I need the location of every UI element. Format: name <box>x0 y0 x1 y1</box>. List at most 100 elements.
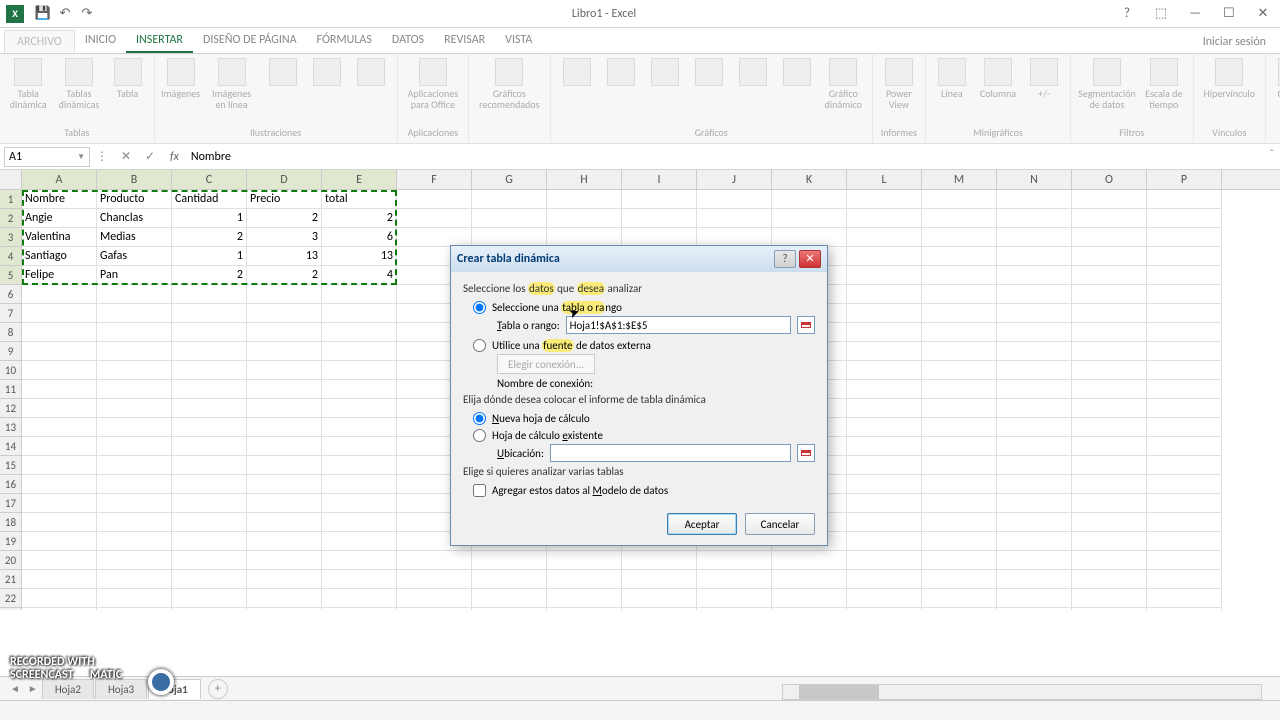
cell[interactable] <box>97 513 172 532</box>
cell[interactable] <box>697 551 772 570</box>
cell[interactable] <box>997 475 1072 494</box>
ribbon-button[interactable]: Columna <box>976 56 1020 101</box>
cell[interactable] <box>1072 532 1147 551</box>
cell[interactable] <box>997 304 1072 323</box>
cell[interactable] <box>997 361 1072 380</box>
cell[interactable] <box>847 551 922 570</box>
cell[interactable] <box>1147 266 1222 285</box>
ribbon-button[interactable]: Power View <box>879 56 919 112</box>
cell[interactable] <box>997 399 1072 418</box>
ribbon-button[interactable] <box>557 56 597 90</box>
cell[interactable]: 6 <box>322 228 397 247</box>
formula-input[interactable]: Nombre <box>187 150 1280 164</box>
dialog-help-icon[interactable]: ? <box>774 250 796 268</box>
cell[interactable] <box>472 570 547 589</box>
cell[interactable] <box>247 418 322 437</box>
cell[interactable] <box>322 532 397 551</box>
cell[interactable] <box>622 589 697 608</box>
cell[interactable] <box>847 437 922 456</box>
cell[interactable] <box>1147 323 1222 342</box>
cell[interactable] <box>472 589 547 608</box>
ribbon-button[interactable]: Tablas dinámicas <box>54 56 103 112</box>
cell[interactable] <box>22 532 97 551</box>
cell[interactable] <box>247 323 322 342</box>
cell[interactable] <box>172 437 247 456</box>
cell[interactable] <box>22 456 97 475</box>
ribbon-button[interactable] <box>351 56 391 90</box>
cell[interactable] <box>172 342 247 361</box>
cell[interactable] <box>997 209 1072 228</box>
cell[interactable] <box>922 437 997 456</box>
cell[interactable] <box>847 608 922 610</box>
column-header[interactable]: O <box>1072 170 1147 189</box>
cell[interactable] <box>322 285 397 304</box>
cell[interactable] <box>97 437 172 456</box>
cell[interactable] <box>397 209 472 228</box>
cell[interactable] <box>22 551 97 570</box>
cell[interactable] <box>547 190 622 209</box>
cell[interactable] <box>697 190 772 209</box>
cell[interactable] <box>1147 399 1222 418</box>
cell[interactable] <box>172 551 247 570</box>
cell[interactable] <box>1072 608 1147 610</box>
cell[interactable] <box>847 304 922 323</box>
cell[interactable] <box>1147 247 1222 266</box>
cell[interactable] <box>172 380 247 399</box>
cell[interactable] <box>22 304 97 323</box>
cell[interactable] <box>22 513 97 532</box>
cell[interactable] <box>772 190 847 209</box>
cell[interactable] <box>172 589 247 608</box>
column-header[interactable]: N <box>997 170 1072 189</box>
row-header[interactable]: 16 <box>0 475 22 494</box>
cell[interactable] <box>322 323 397 342</box>
cell[interactable] <box>247 551 322 570</box>
cell[interactable] <box>847 247 922 266</box>
cell[interactable] <box>247 532 322 551</box>
cell[interactable] <box>772 608 847 610</box>
cell[interactable] <box>997 513 1072 532</box>
cell[interactable]: 13 <box>247 247 322 266</box>
cell[interactable] <box>847 570 922 589</box>
sheet-nav-prev-icon[interactable]: ◄ <box>6 682 24 695</box>
cell[interactable] <box>322 418 397 437</box>
sheet-nav-next-icon[interactable]: ► <box>24 682 42 695</box>
cell[interactable]: Cantidad <box>172 190 247 209</box>
cell[interactable] <box>997 551 1072 570</box>
chevron-down-icon[interactable]: ▼ <box>77 152 85 162</box>
tab-file[interactable]: ARCHIVO <box>4 30 75 53</box>
row-header[interactable]: 10 <box>0 361 22 380</box>
cell[interactable] <box>922 399 997 418</box>
cell[interactable] <box>922 266 997 285</box>
cell[interactable] <box>1072 304 1147 323</box>
ribbon-button[interactable]: Escala de tiempo <box>1141 56 1187 112</box>
radio-new-sheet[interactable] <box>473 412 486 425</box>
cell[interactable] <box>1147 475 1222 494</box>
ok-button[interactable]: Aceptar <box>667 513 737 535</box>
cell[interactable] <box>1147 209 1222 228</box>
cell[interactable]: 13 <box>322 247 397 266</box>
cell[interactable] <box>997 418 1072 437</box>
cell[interactable] <box>622 570 697 589</box>
cell[interactable] <box>1072 513 1147 532</box>
cell[interactable] <box>1072 551 1147 570</box>
cell[interactable] <box>247 494 322 513</box>
row-header[interactable]: 8 <box>0 323 22 342</box>
cell[interactable]: Felipe <box>22 266 97 285</box>
select-all-corner[interactable] <box>0 170 22 189</box>
column-header[interactable]: E <box>322 170 397 189</box>
cell[interactable] <box>1072 190 1147 209</box>
add-sheet-icon[interactable]: + <box>208 679 228 699</box>
cell[interactable] <box>472 190 547 209</box>
row-header[interactable]: 22 <box>0 589 22 608</box>
cell[interactable]: Gafas <box>97 247 172 266</box>
cell[interactable] <box>22 380 97 399</box>
cell[interactable] <box>472 608 547 610</box>
cell[interactable] <box>997 190 1072 209</box>
ribbon-button[interactable]: Gráficos recomendados <box>475 56 543 112</box>
ribbon-button[interactable] <box>601 56 641 90</box>
cell[interactable] <box>622 209 697 228</box>
redo-icon[interactable]: ↷ <box>76 3 98 25</box>
column-header[interactable]: G <box>472 170 547 189</box>
cell[interactable] <box>1072 570 1147 589</box>
cell[interactable] <box>247 608 322 610</box>
